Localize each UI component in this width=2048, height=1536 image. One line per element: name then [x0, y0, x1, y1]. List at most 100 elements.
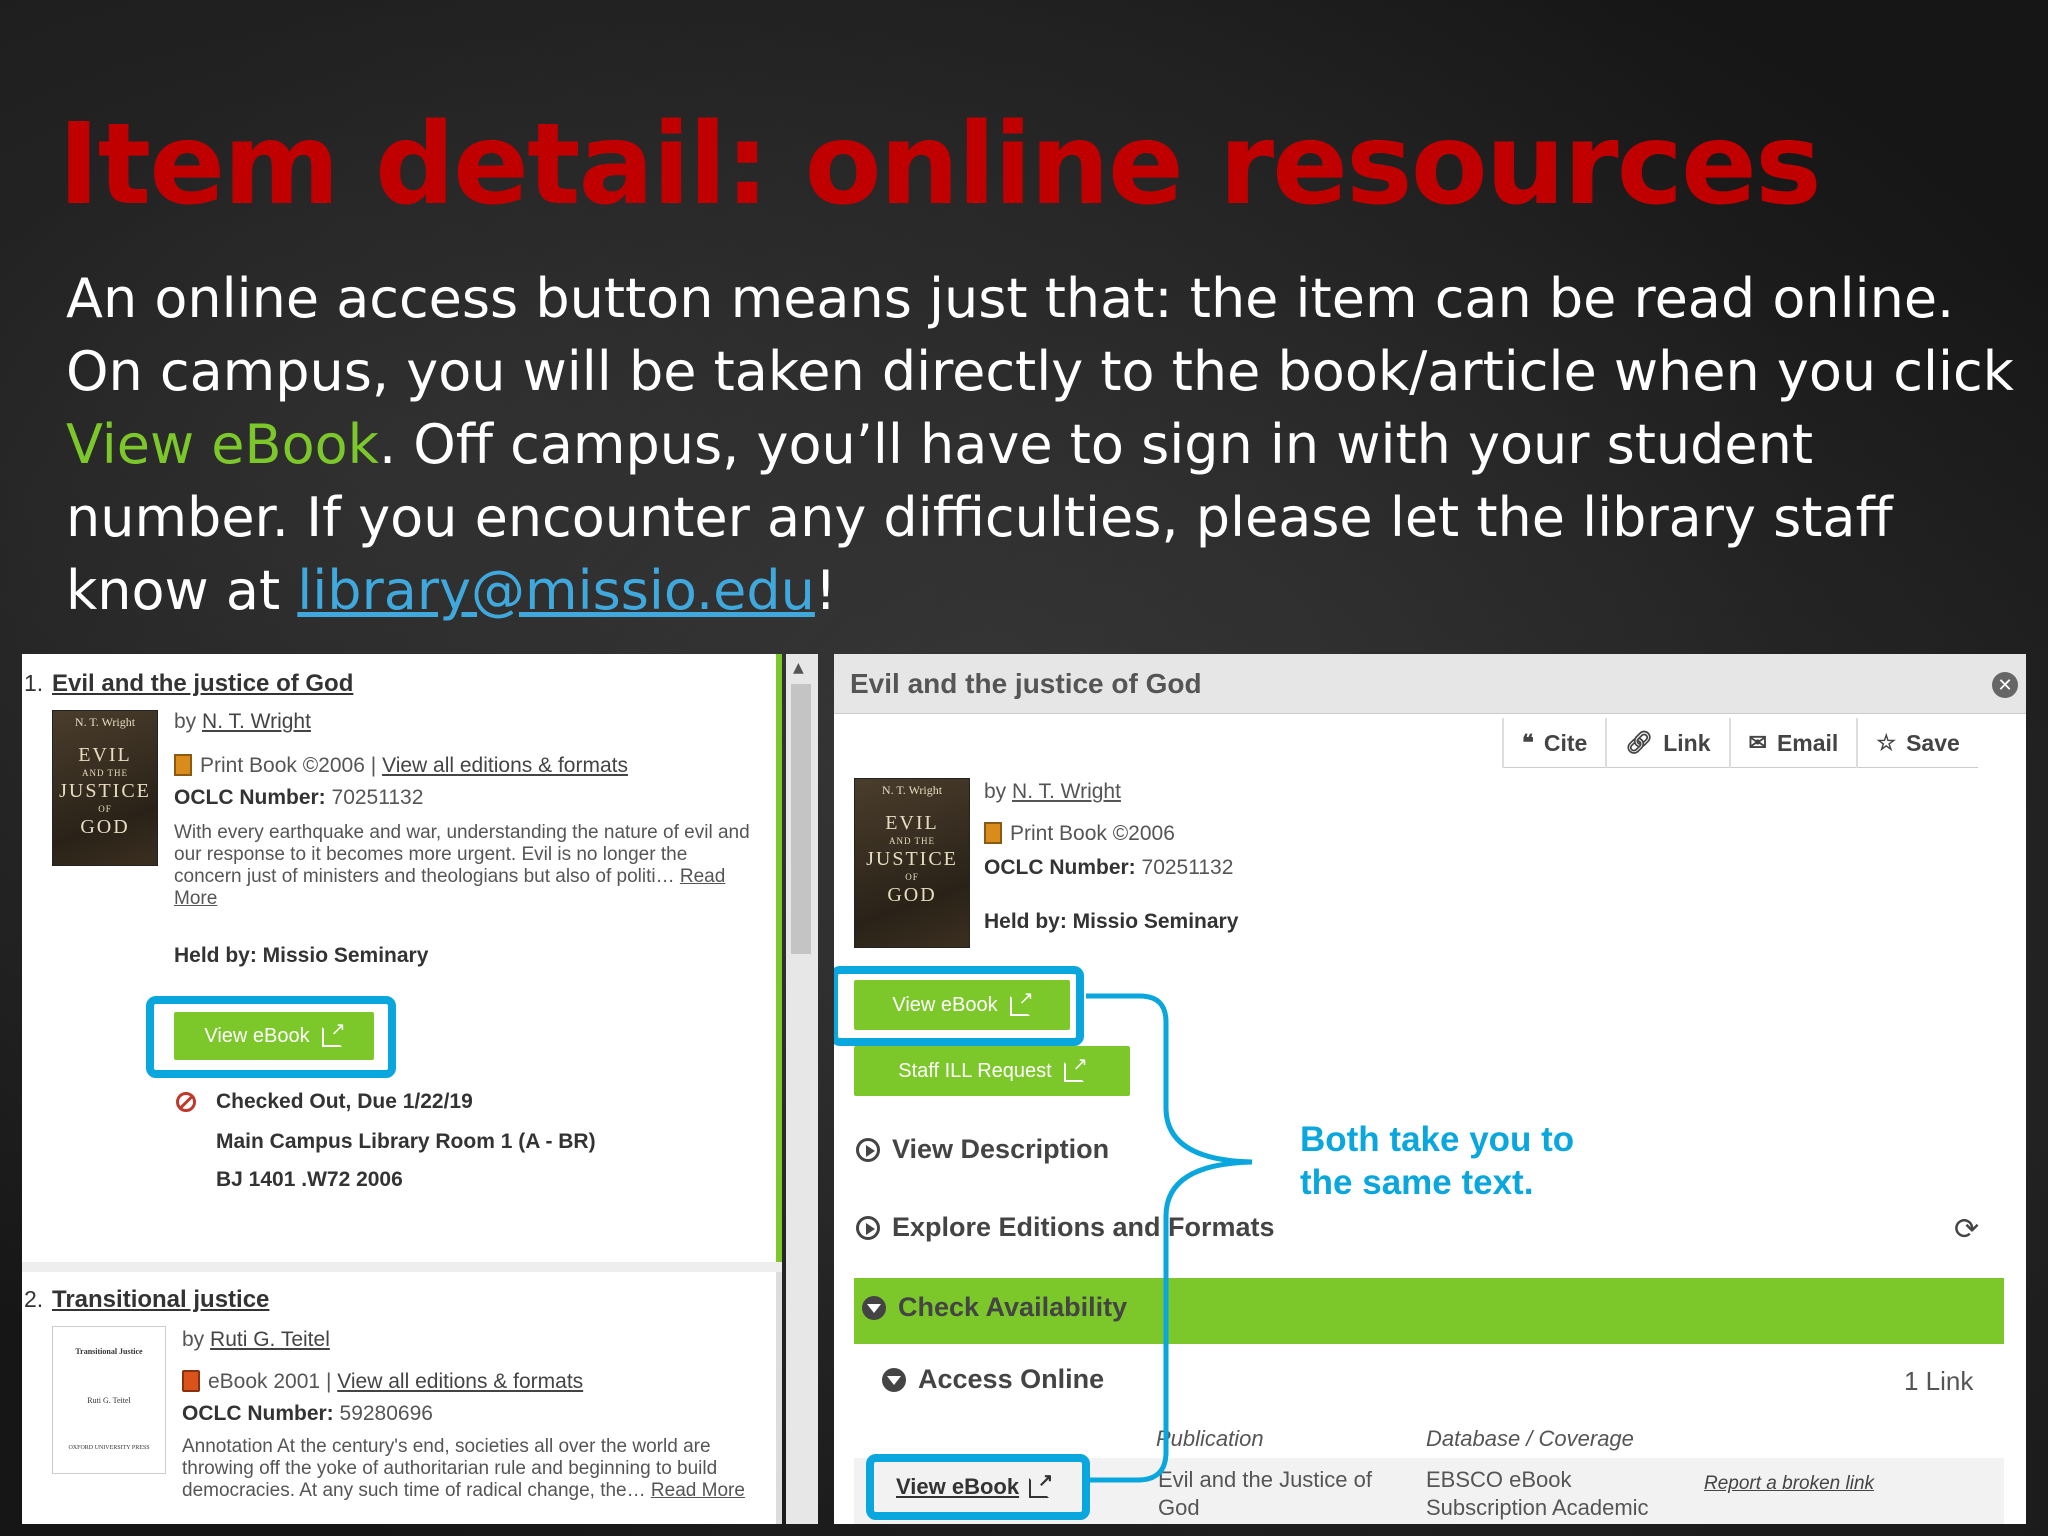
- view-description-toggle[interactable]: View Description: [856, 1134, 1109, 1165]
- link-label: Link: [1663, 729, 1711, 756]
- by-label: by: [984, 780, 1007, 803]
- cover-title: Transitional Justice: [75, 1347, 143, 1356]
- held-by-text: Held by: Missio Seminary: [174, 944, 428, 968]
- column-header-database: Database / Coverage: [1426, 1426, 1634, 1451]
- expand-arrow-icon: [856, 1137, 880, 1162]
- result-card-1: 1. Evil and the justice of God N. T. Wri…: [22, 654, 782, 1262]
- book-cover-image[interactable]: N. T. Wright EVIL AND THE JUSTICE OF GOD: [52, 710, 158, 866]
- by-label: by: [182, 1328, 205, 1351]
- book-cover-image[interactable]: Transitional Justice Ruti G. Teitel OXFO…: [52, 1326, 166, 1474]
- check-availability-toggle[interactable]: Check Availability: [862, 1292, 1127, 1323]
- annotation-line-1: Both take you to: [1300, 1120, 1575, 1159]
- explore-editions-label: Explore Editions and Formats: [892, 1212, 1275, 1242]
- access-online-label: Access Online: [918, 1364, 1105, 1394]
- result-card-2: 2. Transitional justice Transitional Jus…: [22, 1272, 782, 1524]
- format-label: eBook 2001: [208, 1370, 321, 1393]
- staff-ill-request-button[interactable]: Staff ILL Request: [854, 1046, 1130, 1096]
- result-author-line: by N. T. Wright: [174, 710, 311, 734]
- scroll-up-arrow-icon[interactable]: ▲: [793, 660, 804, 676]
- result-author-line: by Ruti G. Teitel: [182, 1328, 330, 1352]
- result-description: With every earthquake and war, understan…: [174, 822, 754, 910]
- body-highlight-view-ebook: View eBook: [66, 413, 379, 476]
- cover-author: N. T. Wright: [74, 715, 136, 729]
- cover-author: N. T. Wright: [881, 783, 943, 797]
- detail-format-line: Print Book ©2006: [984, 822, 1175, 846]
- cite-button[interactable]: ❝ Cite: [1502, 718, 1605, 768]
- cover-publisher: OXFORD UNIVERSITY PRESS: [68, 1445, 150, 1451]
- result-description: Annotation At the century's end, societi…: [182, 1436, 762, 1502]
- external-link-icon: [1063, 1054, 1088, 1082]
- detail-title: Evil and the justice of God: [850, 668, 1202, 699]
- oclc-label: OCLC Number:: [174, 786, 326, 809]
- annotation-line-2: the same text.: [1300, 1163, 1534, 1202]
- result-format-line: Print Book ©2006 | View all editions & f…: [174, 754, 628, 778]
- body-text-part-3: !: [814, 559, 837, 622]
- cover-word-3: GOD: [80, 816, 130, 838]
- annotation-text: Both take you to the same text.: [1300, 1118, 1574, 1204]
- envelope-icon: ✉: [1748, 730, 1767, 755]
- view-editions-link[interactable]: View all editions & formats: [382, 754, 628, 777]
- detail-toolbar: ❝ Cite 🔗︎ Link ✉ Email ☆ Save: [1502, 718, 1978, 768]
- read-more-link[interactable]: Read More: [651, 1480, 745, 1501]
- cover-word-2: JUSTICE: [866, 848, 958, 870]
- body-text-part-1: An online access button means just that:…: [66, 267, 2014, 403]
- status-text: Checked Out, Due 1/22/19: [216, 1090, 473, 1114]
- by-label: by: [174, 710, 197, 733]
- location-text: Main Campus Library Room 1 (A - BR): [216, 1130, 596, 1154]
- description-text: Annotation At the century's end, societi…: [182, 1436, 718, 1501]
- star-icon: ☆: [1876, 730, 1897, 755]
- format-label: Print Book ©2006: [1010, 822, 1175, 845]
- callout-highlight-left-view-ebook: [146, 996, 396, 1078]
- explore-editions-toggle[interactable]: Explore Editions and Formats: [856, 1212, 1275, 1243]
- result-title-link[interactable]: Evil and the justice of God: [52, 670, 353, 698]
- row-publication: Evil and the Justice of God: [1158, 1467, 1373, 1520]
- result-format-line: eBook 2001 | View all editions & formats: [182, 1370, 583, 1394]
- cover-small-2: OF: [98, 804, 112, 814]
- results-scrollbar-thumb[interactable]: [791, 684, 811, 954]
- author-link[interactable]: N. T. Wright: [1012, 780, 1121, 803]
- collapse-arrow-icon: [882, 1367, 906, 1392]
- refresh-icon[interactable]: ⟳: [1954, 1212, 1979, 1247]
- email-label: Email: [1776, 729, 1839, 756]
- callout-highlight-detail-view-ebook: [834, 966, 1084, 1046]
- oclc-label: OCLC Number:: [182, 1402, 334, 1425]
- slide-title: Item detail: online resources: [58, 100, 1822, 230]
- result-oclc-line: OCLC Number: 70251132: [174, 786, 423, 810]
- description-text: With every earthquake and war, understan…: [174, 822, 750, 887]
- result-title-link[interactable]: Transitional justice: [52, 1286, 269, 1314]
- staff-ill-label: Staff ILL Request: [898, 1059, 1052, 1082]
- save-label: Save: [1906, 729, 1960, 756]
- library-email-link[interactable]: library@missio.edu: [297, 559, 815, 622]
- check-availability-label: Check Availability: [898, 1292, 1128, 1322]
- author-link[interactable]: Ruti G. Teitel: [210, 1328, 330, 1351]
- quote-icon: ❝: [1522, 730, 1534, 755]
- search-results-panel: 1. Evil and the justice of God N. T. Wri…: [22, 654, 782, 1524]
- cover-small-1: AND THE: [81, 768, 129, 778]
- save-button[interactable]: ☆ Save: [1856, 718, 1977, 768]
- callout-highlight-row-view-ebook: [866, 1454, 1090, 1520]
- detail-held-by: Held by: Missio Seminary: [984, 910, 1238, 934]
- access-online-toggle[interactable]: Access Online: [882, 1364, 1104, 1395]
- status-label: Checked Out, Due 1/22/19: [216, 1090, 473, 1113]
- link-button[interactable]: 🔗︎ Link: [1605, 718, 1728, 768]
- ebook-format-icon: [182, 1370, 200, 1392]
- email-button[interactable]: ✉ Email: [1728, 718, 1857, 768]
- cover-word-2: JUSTICE: [59, 780, 151, 802]
- location-label: Main Campus Library Room 1 (A - BR): [216, 1130, 596, 1153]
- oclc-number: 59280696: [339, 1402, 433, 1425]
- item-detail-panel: Evil and the justice of God ✕ ❝ Cite 🔗︎ Li…: [834, 654, 2026, 1524]
- detail-header: Evil and the justice of God ✕: [834, 654, 2026, 714]
- oclc-number: 70251132: [331, 786, 424, 809]
- result-number: 1.: [24, 670, 44, 696]
- collapse-arrow-icon: [862, 1295, 886, 1320]
- result-oclc-line: OCLC Number: 59280696: [182, 1402, 433, 1426]
- cover-small-2: OF: [905, 872, 919, 882]
- separator: |: [370, 754, 377, 777]
- author-link[interactable]: N. T. Wright: [202, 710, 311, 733]
- print-book-icon: [174, 754, 192, 776]
- close-icon[interactable]: ✕: [1992, 672, 2018, 698]
- call-number-label: BJ 1401 .W72 2006: [216, 1168, 403, 1191]
- view-editions-link[interactable]: View all editions & formats: [337, 1370, 583, 1393]
- cover-word-3: GOD: [887, 884, 937, 906]
- report-broken-link[interactable]: Report a broken link: [1704, 1470, 1874, 1498]
